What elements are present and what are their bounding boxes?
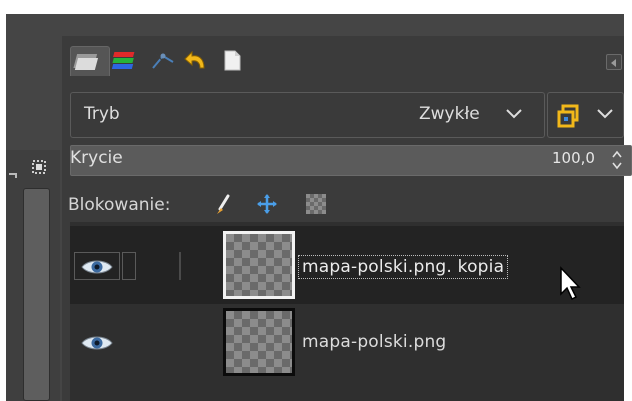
tab-paths[interactable] bbox=[146, 46, 182, 76]
composite-mode-icon bbox=[557, 104, 579, 128]
chevron-down-icon bbox=[597, 109, 613, 119]
mode-label: Tryb bbox=[84, 104, 120, 124]
triangle-left-icon bbox=[611, 59, 616, 67]
screenshot-margin-top bbox=[0, 0, 632, 14]
lock-label: Blokowanie: bbox=[68, 195, 171, 215]
layer-thumbnail bbox=[223, 231, 295, 299]
screenshot-margin-right bbox=[624, 0, 632, 401]
left-dock-scrollbar[interactable] bbox=[23, 188, 50, 401]
layer-name[interactable]: mapa-polski.png. kopia bbox=[298, 255, 509, 279]
layer-thumbnail bbox=[223, 308, 295, 376]
eye-icon[interactable] bbox=[79, 332, 115, 354]
tab-layers[interactable] bbox=[70, 46, 110, 76]
layer-name[interactable]: mapa-polski.png bbox=[302, 332, 446, 352]
device-status-icon[interactable] bbox=[30, 158, 48, 176]
lock-pixels-icon[interactable] bbox=[214, 194, 232, 216]
opacity-label: Krycie bbox=[70, 148, 123, 168]
lock-position-icon[interactable] bbox=[256, 193, 278, 215]
dock-collapse-arrow-icon[interactable] bbox=[8, 172, 22, 180]
channels-icon bbox=[111, 52, 135, 69]
row-separator bbox=[179, 252, 181, 280]
mode-value: Zwykłe bbox=[419, 104, 480, 124]
mouse-cursor-icon bbox=[560, 266, 581, 301]
panel-menu-button[interactable] bbox=[606, 54, 622, 70]
undo-history-icon bbox=[184, 50, 205, 69]
paths-icon bbox=[152, 53, 174, 71]
eye-icon bbox=[81, 260, 113, 274]
document-icon bbox=[224, 50, 241, 71]
spin-arrows-icon[interactable] bbox=[611, 146, 623, 174]
layers-icon bbox=[73, 54, 99, 70]
tab-document[interactable] bbox=[216, 46, 250, 76]
chain-toggle[interactable] bbox=[122, 252, 136, 280]
chevron-down-icon bbox=[506, 109, 522, 119]
tab-undo-history[interactable] bbox=[182, 46, 216, 76]
opacity-slider[interactable] bbox=[70, 145, 632, 176]
opacity-value: 100,0 bbox=[552, 149, 595, 167]
lock-alpha-icon[interactable] bbox=[306, 194, 326, 214]
tab-channels[interactable] bbox=[110, 46, 146, 76]
